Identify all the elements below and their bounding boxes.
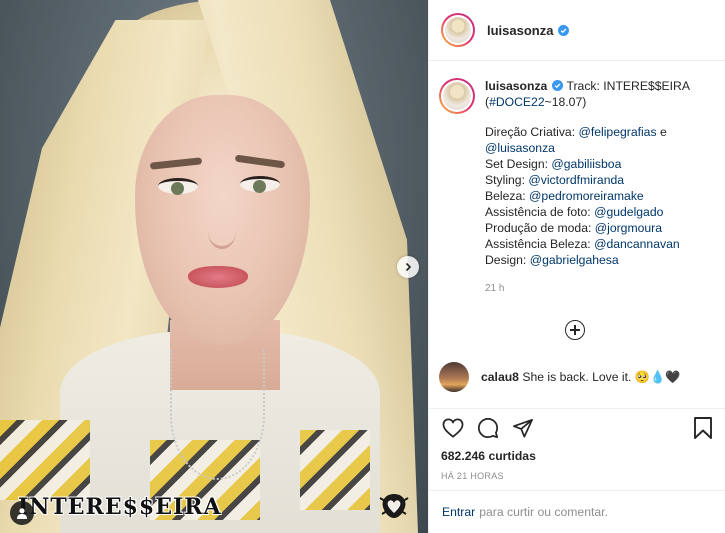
post-image[interactable]: INTERE$$EIRA bbox=[0, 0, 428, 533]
mention-link[interactable]: @felipegrafias bbox=[578, 125, 656, 139]
credit-line: @luisasonza bbox=[485, 140, 711, 156]
author-username[interactable]: luisasonza bbox=[487, 23, 553, 38]
necklace bbox=[170, 350, 265, 480]
verified-badge-icon bbox=[558, 24, 570, 36]
like-count[interactable]: 682.246 curtidas bbox=[441, 449, 715, 463]
credit-line: Produção de moda: @jorgmoura bbox=[485, 221, 663, 235]
commenter-username[interactable]: calau8 bbox=[481, 370, 519, 384]
caption-body: luisasonza Track: INTERE$$EIRA (#DOCE22~… bbox=[485, 78, 711, 297]
user-tag-icon bbox=[17, 508, 27, 519]
credit-line: Design: @gabrielgahesa bbox=[485, 253, 619, 267]
caption-avatar[interactable] bbox=[439, 78, 475, 114]
credit-line: Set Design: @gabiliisboa bbox=[485, 157, 622, 171]
comment-icon bbox=[477, 417, 499, 439]
caption-username[interactable]: luisasonza bbox=[485, 79, 547, 93]
image-watermark: INTERE$$EIRA bbox=[18, 494, 222, 520]
chevron-right-icon bbox=[405, 262, 412, 272]
credits-list: Direção Criativa: @felipegrafias e @luis… bbox=[485, 124, 711, 268]
post-header: luisasonza bbox=[429, 0, 725, 61]
add-comment-bar: Entrar para curtir ou comentar. bbox=[429, 490, 725, 533]
bookmark-icon bbox=[694, 417, 712, 439]
author-avatar[interactable] bbox=[441, 13, 475, 47]
mention-link[interactable]: @dancannavan bbox=[594, 237, 680, 251]
verified-badge-icon bbox=[552, 80, 564, 91]
credit-line: Styling: @victordfmiranda bbox=[485, 173, 625, 187]
comments-section[interactable]: luisasonza Track: INTERE$$EIRA (#DOCE22~… bbox=[429, 62, 725, 402]
next-image-button[interactable] bbox=[397, 256, 419, 278]
hashtag-link[interactable]: #DOCE22 bbox=[489, 95, 545, 109]
post-actions: 682.246 curtidas HÁ 21 HORAS bbox=[429, 408, 725, 481]
comment-text: She is back. Love it. 🥺💧🖤 bbox=[522, 370, 681, 384]
mention-link[interactable]: @gabrielgahesa bbox=[530, 253, 619, 267]
logo-mark-icon bbox=[379, 494, 409, 518]
post-dialog: INTERE$$EIRA luisasonza luisasonza Track… bbox=[0, 0, 725, 533]
mention-link[interactable]: @victordfmiranda bbox=[528, 173, 624, 187]
like-button[interactable] bbox=[441, 416, 465, 440]
heart-icon bbox=[442, 418, 464, 438]
mention-link[interactable]: @luisasonza bbox=[485, 141, 555, 155]
share-button[interactable] bbox=[511, 416, 535, 440]
credit-line: Direção Criativa: @felipegrafias e bbox=[485, 125, 667, 139]
caption-text-end: ~18.07) bbox=[544, 95, 587, 109]
caption: luisasonza Track: INTERE$$EIRA (#DOCE22~… bbox=[439, 78, 711, 297]
comment-button[interactable] bbox=[476, 416, 500, 440]
post-timestamp[interactable]: HÁ 21 HORAS bbox=[441, 471, 715, 481]
mention-link[interactable]: @gudelgado bbox=[594, 205, 663, 219]
comment-item: calau8 She is back. Love it. 🥺💧🖤 bbox=[439, 362, 711, 392]
credit-line: Assistência de foto: @gudelgado bbox=[485, 205, 664, 219]
load-more-comments-button[interactable] bbox=[565, 320, 585, 340]
login-prompt-text: para curtir ou comentar. bbox=[479, 505, 608, 519]
login-link[interactable]: Entrar bbox=[442, 505, 475, 519]
caption-time[interactable]: 21 h bbox=[485, 281, 711, 297]
tagged-users-button[interactable] bbox=[10, 501, 34, 525]
commenter-avatar[interactable] bbox=[439, 362, 469, 392]
save-button[interactable] bbox=[691, 416, 715, 440]
mention-link[interactable]: @gabiliisboa bbox=[551, 157, 621, 171]
paper-plane-icon bbox=[513, 418, 533, 438]
credit-line: Assistência Beleza: @dancannavan bbox=[485, 237, 680, 251]
mention-link[interactable]: @pedromoreiramake bbox=[529, 189, 644, 203]
post-side-panel: luisasonza luisasonza Track: INTERE$$EIR… bbox=[428, 0, 725, 533]
lips bbox=[188, 266, 248, 288]
credit-line: Beleza: @pedromoreiramake bbox=[485, 189, 644, 203]
mention-link[interactable]: @jorgmoura bbox=[595, 221, 662, 235]
